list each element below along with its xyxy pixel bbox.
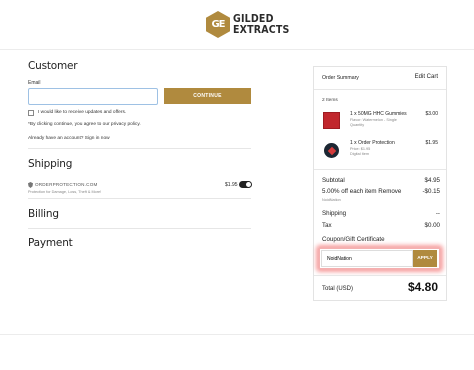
site-header: GE GILDED EXTRACTS bbox=[0, 0, 474, 50]
section-divider bbox=[28, 228, 251, 229]
shipping-value: -- bbox=[435, 210, 440, 217]
subtotal-value: $4.95 bbox=[424, 177, 440, 184]
email-input[interactable] bbox=[28, 88, 158, 105]
order-summary-panel: Order Summary Edit Cart 2 Items 1 x 50MG… bbox=[313, 66, 447, 301]
logo-wordmark: GILDED EXTRACTS bbox=[233, 12, 290, 36]
line-item-name: 1 x Order Protection bbox=[350, 140, 395, 146]
discount-label[interactable]: 5.00% off each item Remove bbox=[322, 188, 401, 195]
order-summary-title: Order Summary bbox=[322, 75, 359, 81]
line-item-detail: Digital Item bbox=[350, 152, 369, 156]
apply-coupon-button[interactable]: APPLY bbox=[413, 250, 437, 267]
hexagon-logo-icon: GE bbox=[206, 11, 230, 38]
discount-code: NoidNation bbox=[322, 198, 341, 202]
order-protection-brand: ORDERPROTECTION.COM bbox=[35, 182, 98, 187]
opt-in-checkbox[interactable] bbox=[28, 110, 34, 116]
total-value: $4.80 bbox=[407, 280, 438, 294]
subtotal-label: Subtotal bbox=[322, 177, 345, 184]
billing-heading: Billing bbox=[28, 208, 59, 220]
section-divider bbox=[28, 148, 251, 149]
summary-divider bbox=[314, 89, 446, 90]
discount-row: 5.00% off each item Remove -$0.15 bbox=[322, 188, 440, 195]
line-item-price: $3.00 bbox=[425, 111, 438, 117]
tax-value: $0.00 bbox=[424, 222, 440, 229]
line-item-detail: Quantity bbox=[350, 123, 365, 127]
total-label: Total (USD) bbox=[322, 286, 354, 292]
order-protection-icon bbox=[324, 143, 339, 158]
order-protection-description: Protection for Damage, Loss, Theft & Mor… bbox=[28, 190, 102, 194]
tax-label: Tax bbox=[322, 222, 332, 229]
summary-divider bbox=[314, 169, 446, 170]
sign-in-link[interactable]: Already have an account? Sign in now bbox=[28, 136, 110, 141]
footer-divider bbox=[0, 334, 474, 335]
shipping-heading: Shipping bbox=[28, 158, 73, 170]
subtotal-row: Subtotal $4.95 bbox=[322, 177, 440, 184]
coupon-heading: Coupon/Gift Certificate bbox=[322, 236, 385, 243]
shield-icon bbox=[28, 182, 33, 188]
email-label: Email bbox=[28, 80, 41, 86]
shipping-label: Shipping bbox=[322, 210, 347, 217]
line-item-price: $1.95 bbox=[425, 140, 438, 146]
shipping-row: Shipping -- bbox=[322, 210, 440, 217]
customer-heading: Customer bbox=[28, 60, 78, 72]
order-protection-price: $1.95 bbox=[225, 182, 238, 188]
coupon-input[interactable] bbox=[321, 250, 413, 267]
payment-heading: Payment bbox=[28, 237, 73, 249]
edit-cart-link[interactable]: Edit Cart bbox=[415, 74, 438, 80]
summary-divider bbox=[314, 275, 446, 276]
order-protection-toggle[interactable] bbox=[239, 181, 252, 188]
privacy-policy-note[interactable]: *By clicking continue, you agree to our … bbox=[28, 122, 141, 127]
opt-in-label: I would like to receive updates and offe… bbox=[38, 110, 127, 115]
section-divider bbox=[28, 198, 251, 199]
line-item-name: 1 x 50MG HHC Gummies bbox=[350, 111, 407, 117]
continue-button[interactable]: CONTINUE bbox=[164, 88, 251, 104]
gummies-thumbnail bbox=[323, 112, 340, 129]
discount-value: -$0.15 bbox=[422, 188, 440, 195]
tax-row: Tax $0.00 bbox=[322, 222, 440, 229]
gilded-extracts-logo[interactable]: GE GILDED EXTRACTS bbox=[206, 11, 290, 38]
items-count: 2 Items bbox=[322, 98, 338, 103]
